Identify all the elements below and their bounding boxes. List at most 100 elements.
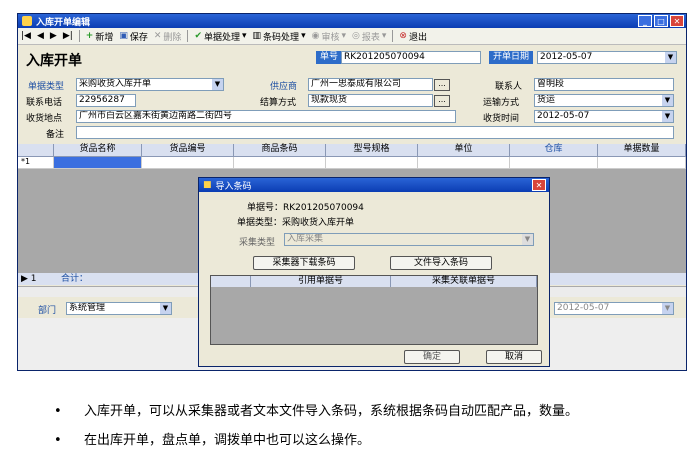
phone-field[interactable]: 22956287 [76, 94, 136, 107]
address-field[interactable]: 广州市白云区嘉禾街黄边南路二街四号 [76, 110, 456, 123]
dialog-col-header[interactable]: 引用单据号 [251, 276, 391, 287]
chevron-down-icon[interactable]: ▼ [160, 303, 171, 314]
add-button[interactable]: + 新增 [86, 30, 114, 43]
doc-type-value: 采购收货入库开单 [79, 79, 152, 89]
row-marker: *1 [18, 157, 54, 168]
col-header[interactable]: 货品名称 [54, 144, 142, 156]
contact-field[interactable]: 曾明段 [534, 78, 674, 91]
footer-date-field[interactable]: 2012-05-07 ▼ [554, 302, 674, 315]
doc-process-button[interactable]: ✔ 单据处理 ▾ [194, 30, 246, 43]
list-item: 在出库开单，盘点单，调拨单中也可以这么操作。 [54, 431, 654, 450]
audit-icon: ◉ [311, 31, 320, 41]
app-icon [22, 16, 32, 26]
chevron-down-icon[interactable]: ▼ [212, 79, 223, 90]
remark-label: 备注 [46, 130, 65, 140]
supplier-lookup-button[interactable]: ... [434, 79, 450, 91]
barcode-process-label: 条码处理 [263, 32, 300, 43]
document-header: 入库开单 单号 RK201205070094 开单日期 2012-05-07 ▼ [18, 48, 686, 69]
date-label: 开单日期 [489, 51, 534, 64]
transport-select[interactable]: 货运 ▼ [534, 94, 674, 107]
chevron-down-icon[interactable]: ▼ [665, 52, 676, 63]
chevron-down-icon[interactable]: ▼ [662, 111, 673, 122]
exit-button[interactable]: ⊗ 退出 [399, 30, 427, 43]
save-icon: ▣ [119, 31, 128, 41]
remark-field[interactable] [76, 126, 674, 139]
settle-label: 结算方式 [260, 98, 297, 108]
close-icon[interactable]: ✕ [532, 179, 546, 191]
col-header[interactable]: 仓库 [510, 144, 598, 156]
add-label: 新增 [95, 32, 114, 43]
toolbar-separator [78, 30, 80, 42]
settle-lookup-button[interactable]: ... [434, 95, 450, 107]
save-button[interactable]: ▣ 保存 [119, 30, 148, 43]
col-header[interactable]: 货品编号 [142, 144, 234, 156]
transport-label: 运输方式 [483, 98, 520, 108]
delete-button[interactable]: ✕ 删除 [154, 30, 182, 43]
settle-field[interactable]: 现款现货 [308, 94, 433, 107]
doc-type-select[interactable]: 采购收货入库开单 ▼ [76, 78, 224, 91]
grid-cell[interactable] [418, 157, 510, 168]
chevron-down-icon[interactable]: ▼ [662, 303, 673, 314]
collect-type-select[interactable]: 入库采集 ▼ [284, 233, 534, 246]
toolbar-separator [392, 30, 394, 42]
download-from-collector-button[interactable]: 采集器下载条码 [253, 256, 355, 270]
supplier-label: 供应商 [270, 82, 298, 92]
first-record-icon[interactable]: |◀ [21, 31, 31, 41]
dialog-col-header[interactable]: 采集关联单据号 [391, 276, 537, 287]
toolbar: |◀ ◀ ▶ ▶| + 新增 ▣ 保存 ✕ 删除 ✔ 单据处理 ▾ ▥ 条码处理 ▾ ◉ 审核 ▾… [18, 28, 686, 45]
chevron-down-icon[interactable]: ▼ [522, 234, 533, 245]
doc-no-field[interactable]: RK201205070094 [341, 51, 481, 64]
chevron-down-icon[interactable]: ▼ [662, 95, 673, 106]
barcode-process-button[interactable]: ▥ 条码处理 ▾ [253, 30, 306, 43]
col-header[interactable]: 单据数量 [598, 144, 686, 156]
table-row[interactable]: *1 [18, 157, 686, 169]
date-field[interactable]: 2012-05-07 ▼ [537, 51, 677, 64]
main-window: 入库开单编辑 _ □ ✕ |◀ ◀ ▶ ▶| + 新增 ▣ 保存 ✕ 删除 ✔ 单据处理… [17, 13, 687, 371]
grid-cell[interactable] [326, 157, 418, 168]
save-label: 保存 [129, 32, 148, 43]
list-item: 入库开单，可以从采集器或者文本文件导入条码，系统根据条码自动匹配产品，数量。 [54, 402, 654, 421]
file-import-button[interactable]: 文件导入条码 [390, 256, 492, 270]
prev-record-icon[interactable]: ◀ [37, 31, 44, 41]
grid-cell[interactable] [54, 157, 142, 168]
col-header[interactable]: 商品条码 [234, 144, 326, 156]
grid-cell[interactable] [510, 157, 598, 168]
next-record-icon[interactable]: ▶ [50, 31, 57, 41]
doc-no-label: 单号 [316, 51, 343, 64]
dept-select[interactable]: 系统管理 ▼ [66, 302, 172, 315]
supplier-field[interactable]: 广州一思泰成有限公司 [308, 78, 433, 91]
recv-time-field[interactable]: 2012-05-07 ▼ [534, 110, 674, 123]
cancel-button[interactable]: 取消 [486, 350, 542, 364]
collect-type-value: 入库采集 [287, 234, 324, 244]
dialog-titlebar: ■ 导入条码 [199, 178, 549, 192]
grid-cell[interactable] [234, 157, 326, 168]
phone-label: 联系电话 [26, 98, 63, 108]
exit-icon: ⊗ [399, 31, 407, 41]
doc-type-label: 单据类型 [28, 82, 65, 92]
chevron-down-icon: ▾ [242, 31, 247, 41]
report-button[interactable]: ◎ 报表 ▾ [352, 30, 386, 43]
last-record-icon[interactable]: ▶| [63, 31, 73, 41]
minimize-icon[interactable]: _ [638, 15, 652, 27]
doc-process-label: 单据处理 [203, 32, 240, 43]
page-title: 入库开单 [26, 53, 82, 69]
delete-icon: ✕ [153, 31, 162, 41]
grid-row-header [18, 144, 54, 156]
chevron-down-icon: ▾ [301, 31, 306, 41]
audit-button[interactable]: ◉ 审核 ▾ [312, 30, 346, 43]
ok-button[interactable]: 确定 [404, 350, 460, 364]
sum-label: 合计： [61, 274, 89, 284]
close-icon[interactable]: ✕ [670, 15, 684, 27]
maximize-icon[interactable]: □ [654, 15, 668, 27]
toolbar-separator [187, 30, 189, 42]
grid-cell[interactable] [142, 157, 234, 168]
app-icon: ■ [203, 180, 212, 190]
report-label: 报表 [361, 32, 380, 43]
col-header[interactable]: 型号规格 [326, 144, 418, 156]
audit-label: 审核 [321, 32, 340, 43]
col-header[interactable]: 单位 [418, 144, 510, 156]
footer-date-value: 2012-05-07 [557, 303, 610, 313]
plus-icon: + [85, 31, 94, 41]
check-icon: ✔ [194, 31, 202, 41]
grid-cell[interactable] [598, 157, 686, 168]
